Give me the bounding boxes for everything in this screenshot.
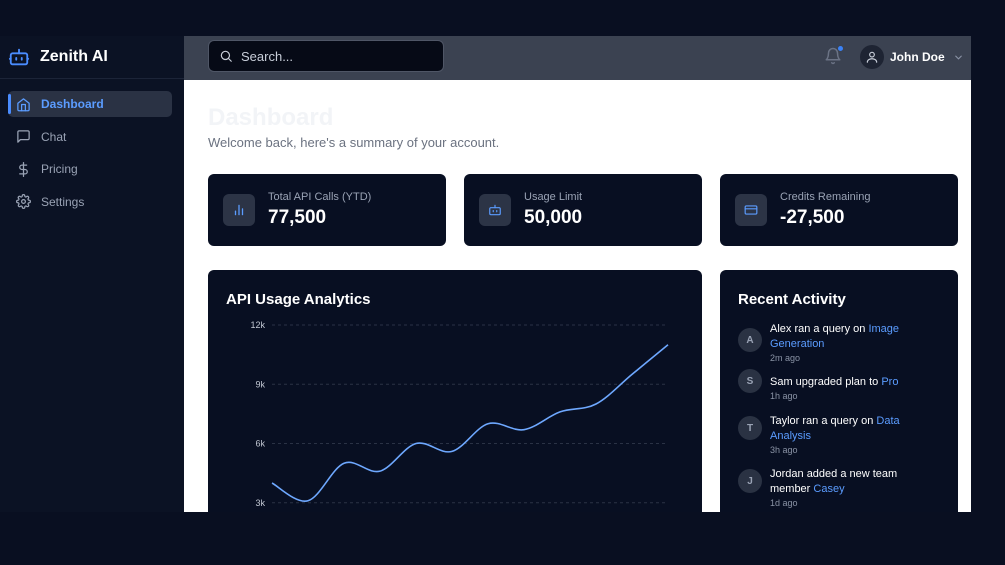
bar-chart-icon xyxy=(234,204,244,216)
activity-title: Recent Activity xyxy=(738,291,846,308)
activity-card: Recent Activity A Alex ran a query on Im… xyxy=(720,270,958,512)
series-line xyxy=(271,344,669,502)
sidebar-item-label: Settings xyxy=(41,194,85,209)
top-bar: John Doe xyxy=(184,36,971,80)
robot-logo-icon xyxy=(8,48,30,66)
stat-card-usage-limit: Usage Limit 50,000 xyxy=(464,174,702,246)
y-tick-label: 9k xyxy=(255,379,265,389)
activity-time: 1h ago xyxy=(770,391,798,401)
activity-item: S Sam upgraded plan to Pro 1h ago xyxy=(738,369,938,414)
stat-icon-box xyxy=(479,194,511,226)
stat-card-api-calls: Total API Calls (YTD) 77,500 xyxy=(208,174,446,246)
sidebar-item-settings[interactable]: Settings xyxy=(8,189,172,215)
credit-card-icon xyxy=(744,205,758,215)
user-icon xyxy=(866,51,878,63)
page-subtitle: Welcome back, here's a summary of your a… xyxy=(208,135,500,150)
dollar-icon xyxy=(19,161,28,177)
analytics-card: API Usage Analytics 12k 9k 6k 3k xyxy=(208,270,702,512)
activity-list: A Alex ran a query on Image Generation 2… xyxy=(738,322,938,512)
user-name: John Doe xyxy=(890,50,945,64)
activity-message: Alex ran a query on xyxy=(770,323,869,335)
robot-icon xyxy=(489,204,501,216)
stat-value: 77,500 xyxy=(268,207,327,228)
stat-value: 50,000 xyxy=(524,207,583,228)
stat-value: -27,500 xyxy=(780,207,845,228)
search-icon xyxy=(220,50,232,62)
sidebar-item-pricing[interactable]: Pricing xyxy=(8,156,172,182)
activity-time: 1d ago xyxy=(770,498,798,508)
activity-item: J Jordan added a new team member Casey 1… xyxy=(738,467,938,512)
activity-avatar: S xyxy=(738,369,762,393)
stat-label: Credits Remaining xyxy=(780,191,871,203)
activity-time: 3h ago xyxy=(770,445,798,455)
gear-icon xyxy=(16,194,31,209)
stat-label: Usage Limit xyxy=(524,191,583,203)
user-menu[interactable]: John Doe xyxy=(860,45,964,69)
activity-text: Taylor ran a query on Data Analysis 3h a… xyxy=(770,414,920,467)
activity-item: A Alex ran a query on Image Generation 2… xyxy=(738,322,938,375)
usage-line-chart: 12k 9k 6k 3k xyxy=(250,320,669,508)
brand[interactable]: Zenith AI xyxy=(0,36,184,79)
stat-icon-box xyxy=(223,194,255,226)
activity-text: Alex ran a query on Image Generation 2m … xyxy=(770,322,920,375)
stat-label: Total API Calls (YTD) xyxy=(268,191,372,203)
sidebar-item-label: Pricing xyxy=(41,162,78,176)
notification-badge xyxy=(837,45,844,52)
notifications-button[interactable] xyxy=(824,45,844,65)
activity-message: Sam upgraded plan to xyxy=(770,376,882,388)
stat-icon-box xyxy=(735,194,767,226)
search-box[interactable] xyxy=(208,40,444,72)
avatar xyxy=(860,45,884,69)
app-name: Zenith AI xyxy=(40,48,108,65)
sidebar-item-label: Dashboard xyxy=(41,97,104,111)
activity-avatar: J xyxy=(738,469,762,493)
sidebar: Zenith AI Dashboard Chat Pricing Setting… xyxy=(0,36,184,512)
activity-avatar: A xyxy=(738,328,762,352)
search-input[interactable] xyxy=(241,48,421,64)
sidebar-nav: Dashboard Chat Pricing Settings xyxy=(0,79,184,215)
chevron-down-icon xyxy=(954,55,962,60)
chat-icon xyxy=(17,130,30,143)
activity-avatar: T xyxy=(738,416,762,440)
main-content: Dashboard Welcome back, here's a summary… xyxy=(184,80,971,512)
stat-card-credits: Credits Remaining -27,500 xyxy=(720,174,958,246)
home-icon xyxy=(17,97,30,111)
page-title: Dashboard xyxy=(208,104,334,131)
activity-text: Sam upgraded plan to Pro 1h ago xyxy=(770,375,920,414)
y-tick-label: 6k xyxy=(255,439,265,449)
activity-text: Jordan added a new team member Casey 1d … xyxy=(770,467,920,512)
y-tick-label: 12k xyxy=(250,320,265,330)
activity-link[interactable]: Pro xyxy=(881,376,898,388)
activity-item: T Taylor ran a query on Data Analysis 3h… xyxy=(738,414,938,467)
sidebar-item-label: Chat xyxy=(41,129,67,144)
y-tick-label: 3k xyxy=(255,498,265,508)
activity-link[interactable]: Casey xyxy=(813,483,844,495)
activity-time: 2m ago xyxy=(770,353,801,363)
sidebar-item-dashboard[interactable]: Dashboard xyxy=(8,91,172,117)
activity-message: Taylor ran a query on xyxy=(770,415,877,427)
sidebar-item-chat[interactable]: Chat xyxy=(8,124,172,150)
